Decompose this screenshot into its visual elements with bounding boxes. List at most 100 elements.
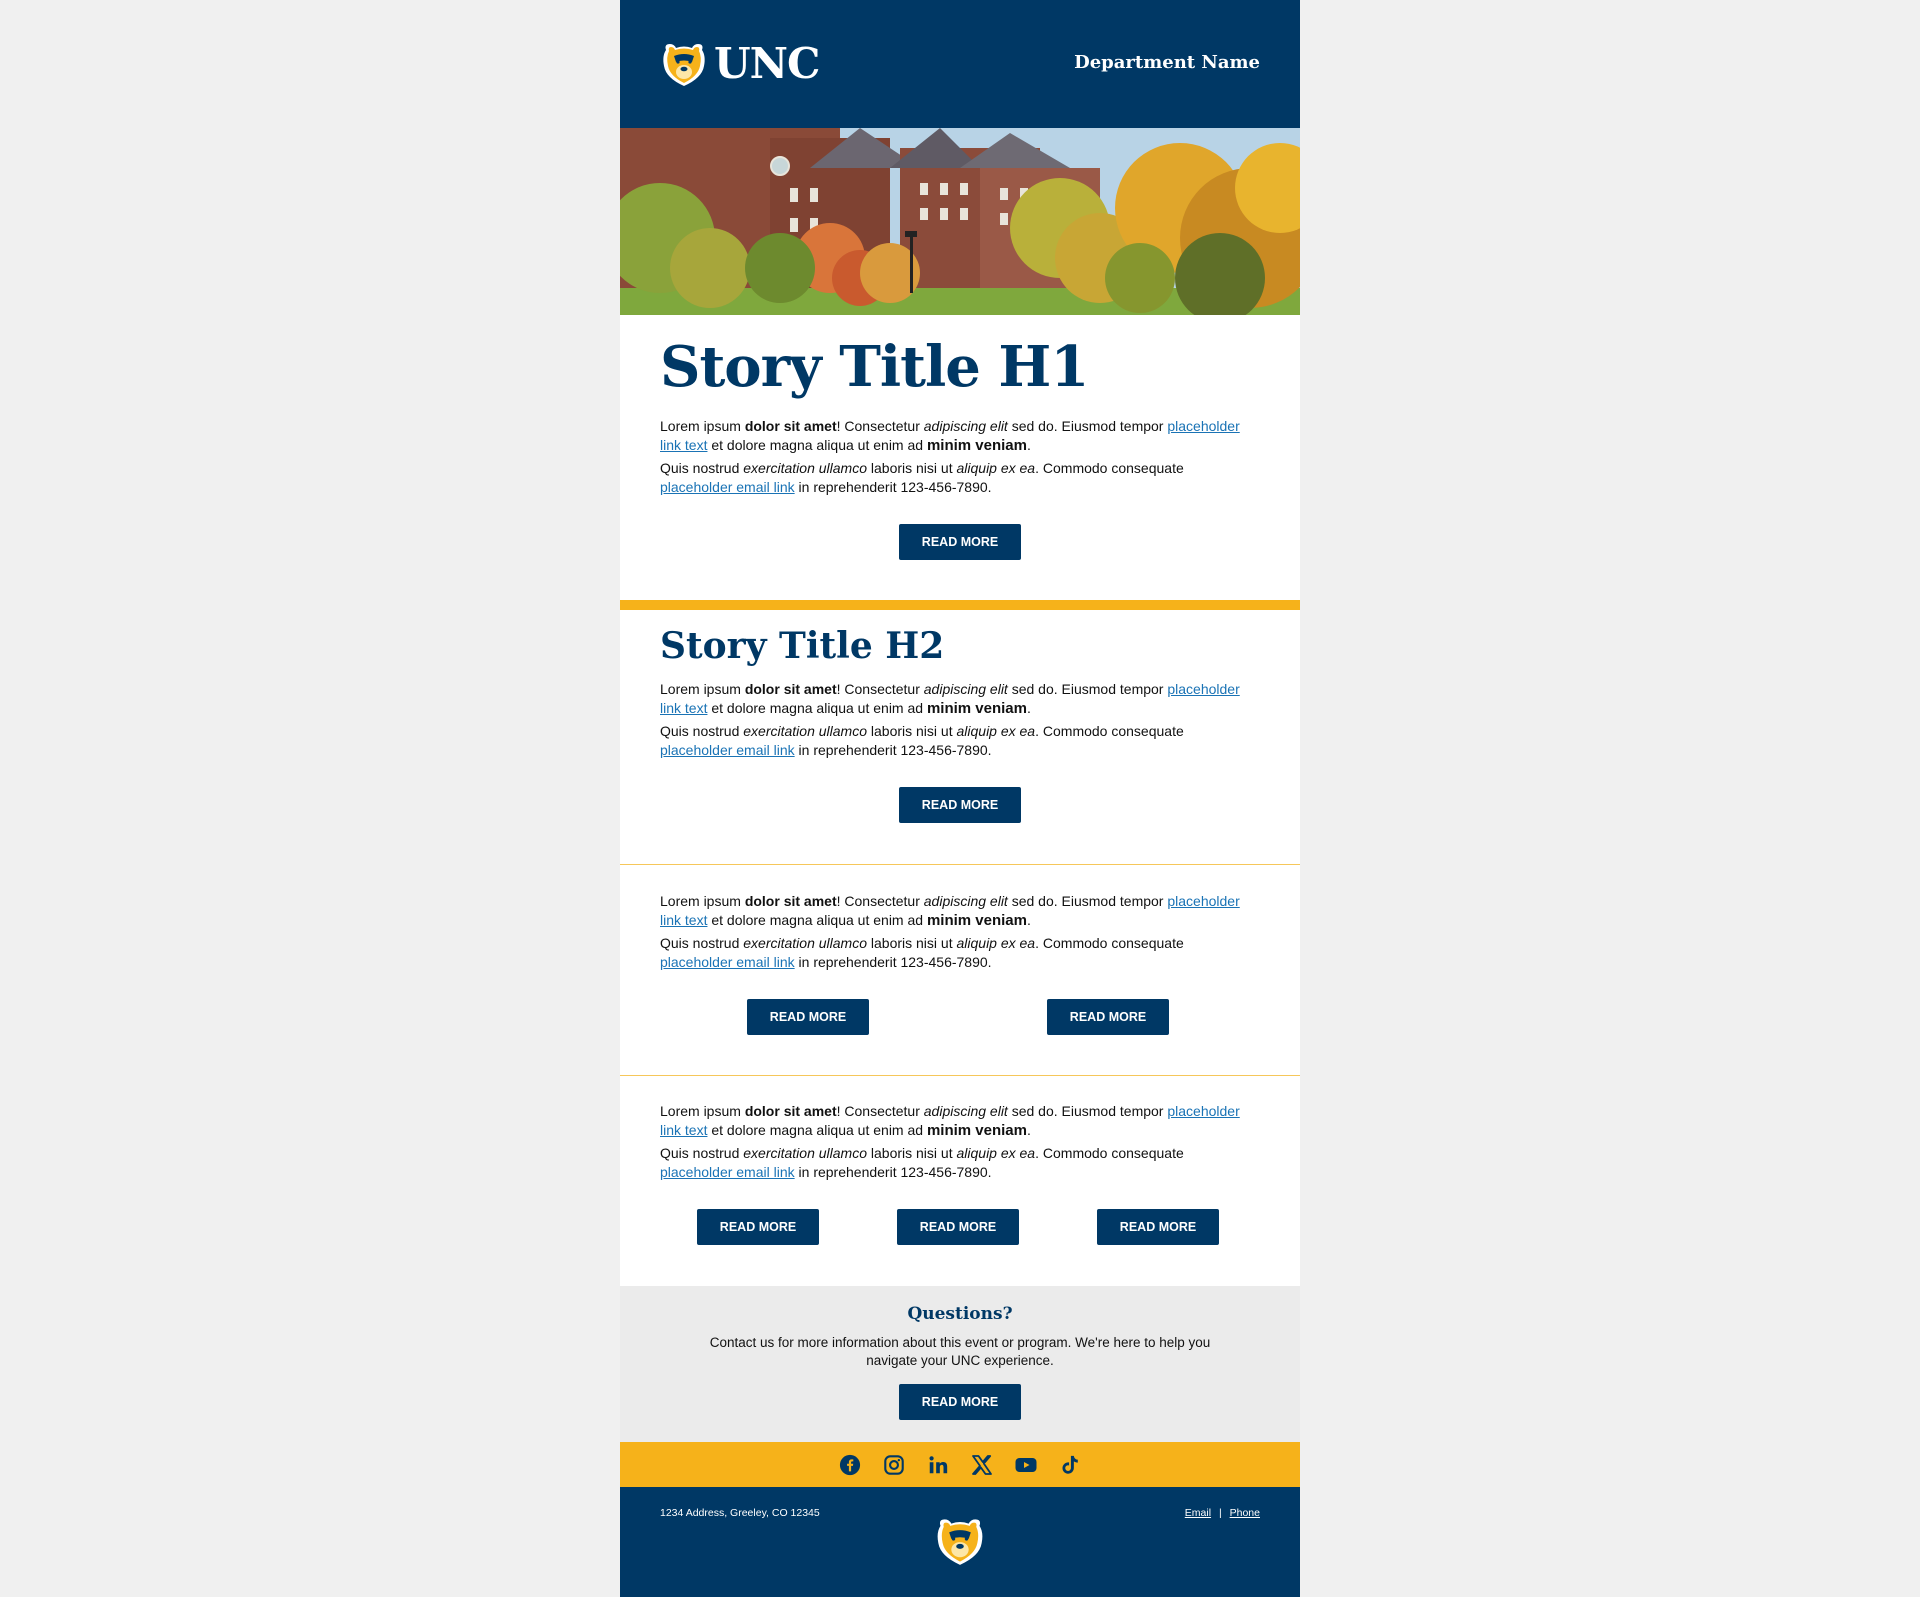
read-more-button[interactable]: READ MORE bbox=[899, 524, 1021, 560]
text: . bbox=[1027, 700, 1031, 716]
placeholder-email-link[interactable]: placeholder email link bbox=[660, 479, 795, 495]
email-container: UNC Department Name Story Title H1 Lorem… bbox=[620, 0, 1300, 1597]
text: in reprehenderit 123-456-7890. bbox=[794, 1164, 992, 1180]
unc-logo[interactable]: UNC bbox=[660, 39, 820, 88]
text: Quis nostrud bbox=[660, 1145, 744, 1161]
text: . Commodo consequate bbox=[1035, 460, 1184, 476]
text: sed do. Eiusmod tempor bbox=[1007, 418, 1168, 434]
text: ! Consectetur bbox=[836, 681, 924, 697]
text: . bbox=[1027, 437, 1031, 453]
body-paragraph: Lorem ipsum dolor sit amet! Consectetur … bbox=[660, 680, 1260, 718]
questions-text: Contact us for more information about th… bbox=[709, 1335, 1211, 1368]
text: Quis nostrud bbox=[660, 935, 744, 951]
text: Lorem ipsum bbox=[660, 681, 745, 697]
x-icon[interactable] bbox=[969, 1452, 995, 1478]
text: . bbox=[1027, 1122, 1031, 1138]
text: laboris nisi ut bbox=[867, 460, 957, 476]
link-separator: | bbox=[1218, 1507, 1222, 1519]
bold-text: minim veniam bbox=[926, 700, 1027, 717]
phone-link[interactable]: Phone bbox=[1230, 1507, 1260, 1519]
read-more-button[interactable]: READ MORE bbox=[697, 1209, 819, 1245]
body-paragraph: Lorem ipsum dolor sit amet! Consectetur … bbox=[660, 1102, 1260, 1140]
text: sed do. Eiusmod tempor bbox=[1007, 1103, 1168, 1119]
text: Lorem ipsum bbox=[660, 1103, 745, 1119]
social-bar bbox=[620, 1442, 1300, 1487]
footer-address: 1234 Address, Greeley, CO 12345 bbox=[660, 1507, 820, 1519]
text: ! Consectetur bbox=[836, 893, 924, 909]
instagram-icon[interactable] bbox=[881, 1452, 907, 1478]
read-more-button[interactable]: READ MORE bbox=[1097, 1209, 1219, 1245]
bear-logo-icon bbox=[663, 44, 705, 86]
placeholder-email-link[interactable]: placeholder email link bbox=[660, 742, 795, 758]
facebook-icon[interactable] bbox=[837, 1452, 863, 1478]
italic-text: exercitation ullamco bbox=[743, 460, 867, 476]
text: ! Consectetur bbox=[836, 418, 924, 434]
text: Quis nostrud bbox=[660, 460, 744, 476]
italic-text: adipiscing elit bbox=[923, 1103, 1008, 1119]
text: . Commodo consequate bbox=[1035, 1145, 1184, 1161]
gold-divider bbox=[620, 600, 1300, 610]
questions-section: Questions? Contact us for more informati… bbox=[620, 1286, 1300, 1442]
text: Lorem ipsum bbox=[660, 893, 745, 909]
placeholder-email-link[interactable]: placeholder email link bbox=[660, 954, 795, 970]
placeholder-email-link[interactable]: placeholder email link bbox=[660, 1164, 795, 1180]
text: ! Consectetur bbox=[836, 1103, 924, 1119]
button-row: READ MORE READ MORE bbox=[660, 999, 1260, 1075]
two-button-section: Lorem ipsum dolor sit amet! Consectetur … bbox=[620, 865, 1300, 1075]
body-paragraph: Quis nostrud exercitation ullamco labori… bbox=[660, 934, 1260, 972]
bear-logo-icon bbox=[937, 1519, 983, 1565]
email-header: UNC Department Name bbox=[620, 0, 1300, 128]
bold-text: dolor sit amet bbox=[744, 681, 837, 697]
story-h1-section: Story Title H1 Lorem ipsum dolor sit ame… bbox=[620, 335, 1300, 600]
button-row: READ MORE READ MORE READ MORE bbox=[660, 1209, 1260, 1286]
text: laboris nisi ut bbox=[867, 723, 957, 739]
youtube-icon[interactable] bbox=[1013, 1452, 1039, 1478]
text: Quis nostrud bbox=[660, 723, 744, 739]
linkedin-icon[interactable] bbox=[925, 1452, 951, 1478]
bold-text: dolor sit amet bbox=[744, 418, 837, 434]
read-more-button[interactable]: READ MORE bbox=[1047, 999, 1169, 1035]
read-more-button[interactable]: READ MORE bbox=[897, 1209, 1019, 1245]
tiktok-icon[interactable] bbox=[1057, 1452, 1083, 1478]
button-row: READ MORE bbox=[660, 787, 1260, 864]
text: et dolore magna aliqua ut enim ad bbox=[707, 1122, 927, 1138]
italic-text: exercitation ullamco bbox=[743, 1145, 867, 1161]
italic-text: exercitation ullamco bbox=[743, 723, 867, 739]
text: . Commodo consequate bbox=[1035, 723, 1184, 739]
department-name: Department Name bbox=[1074, 52, 1260, 73]
italic-text: aliquip ex ea bbox=[956, 1145, 1036, 1161]
text: in reprehenderit 123-456-7890. bbox=[794, 954, 992, 970]
text: . bbox=[1027, 912, 1031, 928]
footer-links: Email | Phone bbox=[1185, 1507, 1260, 1519]
read-more-button[interactable]: READ MORE bbox=[747, 999, 869, 1035]
hero-image bbox=[620, 128, 1300, 315]
text: et dolore magna aliqua ut enim ad bbox=[707, 912, 927, 928]
text: in reprehenderit 123-456-7890. bbox=[794, 742, 992, 758]
italic-text: aliquip ex ea bbox=[956, 723, 1036, 739]
read-more-button[interactable]: READ MORE bbox=[899, 1384, 1021, 1420]
button-row: READ MORE bbox=[660, 1384, 1260, 1420]
bold-text: dolor sit amet bbox=[744, 1103, 837, 1119]
email-footer: 1234 Address, Greeley, CO 12345 Email | … bbox=[620, 1487, 1300, 1597]
button-row: READ MORE bbox=[660, 524, 1260, 600]
text: et dolore magna aliqua ut enim ad bbox=[707, 700, 927, 716]
body-paragraph: Lorem ipsum dolor sit amet! Consectetur … bbox=[660, 892, 1260, 930]
bold-text: minim veniam bbox=[926, 912, 1027, 929]
bold-text: dolor sit amet bbox=[744, 893, 837, 909]
story-title-h1: Story Title H1 bbox=[660, 334, 1089, 400]
text: sed do. Eiusmod tempor bbox=[1007, 681, 1168, 697]
bold-text: minim veniam bbox=[926, 437, 1027, 454]
story-h2-section: Story Title H2 Lorem ipsum dolor sit ame… bbox=[620, 610, 1300, 864]
text: et dolore magna aliqua ut enim ad bbox=[707, 437, 927, 453]
body-paragraph: Lorem ipsum dolor sit amet! Consectetur … bbox=[660, 417, 1260, 455]
text: laboris nisi ut bbox=[867, 935, 957, 951]
logo-wordmark: UNC bbox=[714, 39, 820, 88]
story-title-h2: Story Title H2 bbox=[660, 625, 945, 667]
italic-text: adipiscing elit bbox=[923, 681, 1008, 697]
questions-title: Questions? bbox=[907, 1304, 1013, 1324]
body-paragraph: Quis nostrud exercitation ullamco labori… bbox=[660, 1144, 1260, 1182]
bold-text: minim veniam bbox=[926, 1122, 1027, 1139]
text: sed do. Eiusmod tempor bbox=[1007, 893, 1168, 909]
read-more-button[interactable]: READ MORE bbox=[899, 787, 1021, 823]
email-link[interactable]: Email bbox=[1185, 1507, 1211, 1519]
